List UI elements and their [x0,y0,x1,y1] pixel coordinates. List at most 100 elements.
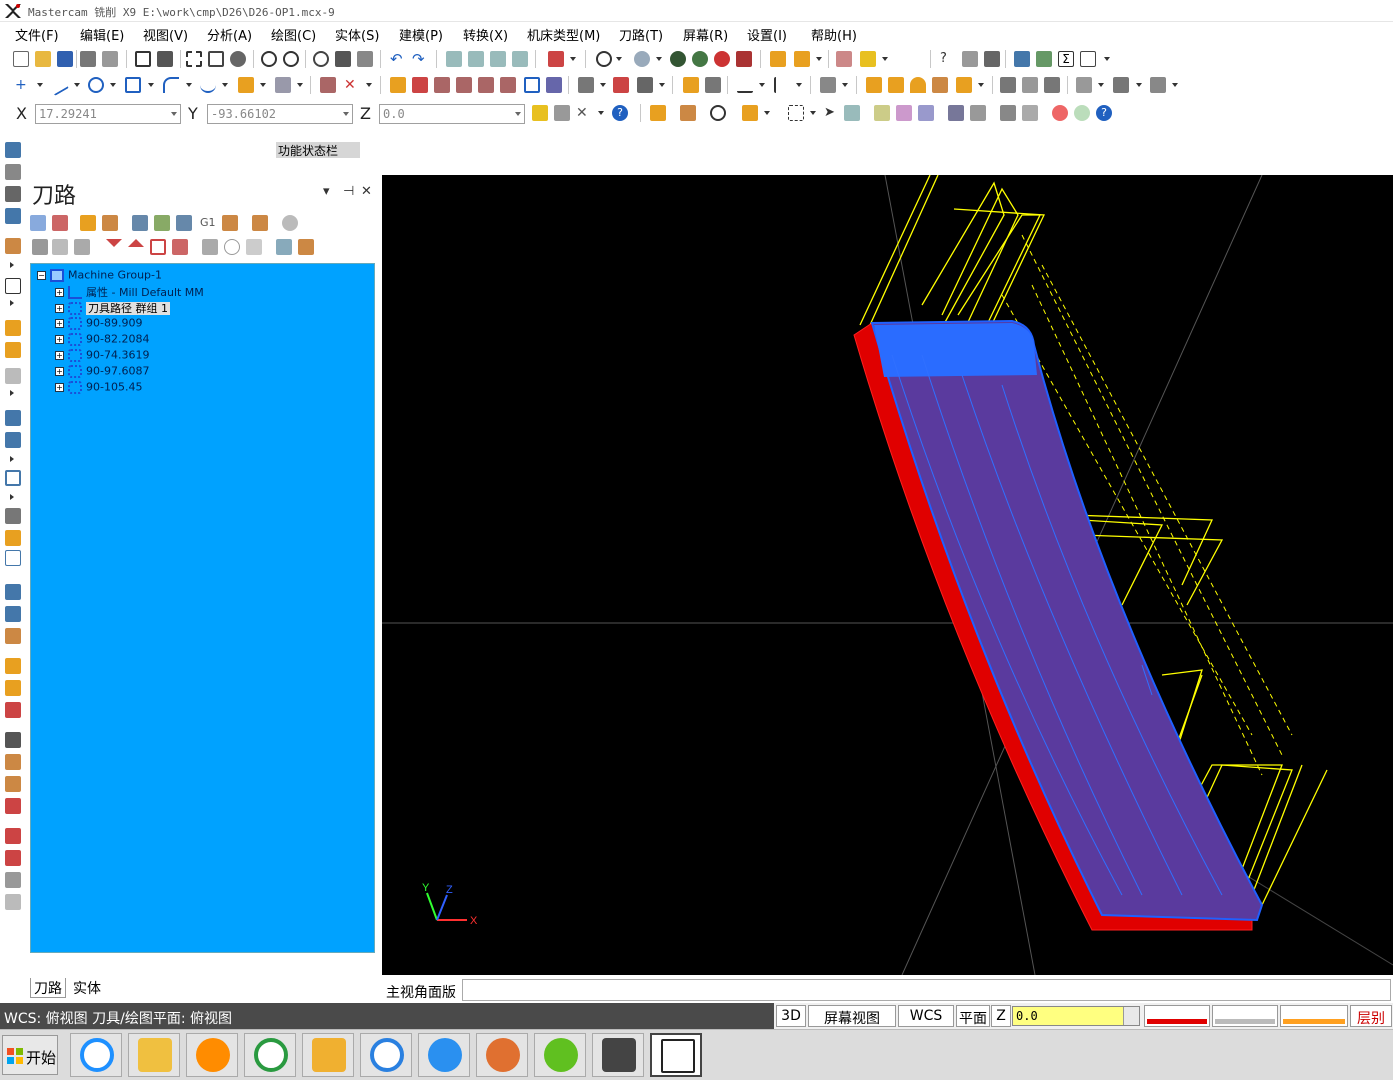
taskbar-video[interactable] [418,1033,470,1077]
tab-solids[interactable]: 实体 [70,978,104,998]
pencils-icon[interactable] [794,51,810,67]
verify-ops-icon[interactable] [154,215,170,231]
tree-node-toolpath-group[interactable]: + 刀具路径 群组 1 [55,300,170,315]
taskbar-player[interactable] [244,1033,296,1077]
lt-toolpath-icon-4[interactable] [5,208,21,224]
info-icon[interactable] [683,77,699,93]
select-help-icon[interactable]: ? [1096,105,1112,121]
tool-manager-icon[interactable] [1000,77,1016,93]
toggle-post-icon[interactable] [74,239,90,255]
lt-spiral-icon[interactable] [5,702,21,718]
expand-icon[interactable]: + [55,287,64,297]
line-icon[interactable] [47,74,69,96]
lt-area-icon[interactable] [5,432,21,448]
lt-project-icon[interactable] [5,628,21,644]
bell-icon[interactable] [910,77,926,93]
lt-pocket-icon[interactable] [5,278,21,294]
redo-icon[interactable]: ↷ [412,51,428,67]
x-coordinate-field[interactable]: 17.29241 [35,104,181,124]
display-options-icon[interactable] [276,239,292,255]
menu-file[interactable]: 文件(F) [15,25,59,44]
rectangle-icon[interactable] [125,77,141,93]
highlight-icon[interactable] [298,239,314,255]
expand-icon[interactable]: + [55,303,64,313]
lt-toolpath-icon-2[interactable] [5,164,21,180]
shaded-sphere-icon[interactable] [670,51,686,67]
taskbar-orange[interactable] [186,1033,238,1077]
expand-icon[interactable]: + [55,382,64,392]
lt-flowline-icon[interactable] [5,658,21,674]
lt-raster-icon[interactable] [5,606,21,622]
btn-3d[interactable]: 3D [776,1005,806,1027]
open-file-icon[interactable] [35,51,51,67]
zoom-target-icon[interactable] [186,51,202,67]
taskbar-ggg[interactable] [650,1033,702,1077]
lt-nesting-icon[interactable] [5,872,21,888]
xform-stretch-icon[interactable] [500,77,516,93]
zoom-out-icon[interactable] [283,51,299,67]
post-icon[interactable] [1150,77,1166,93]
xform-scale-icon[interactable] [478,77,494,93]
verify-icon[interactable] [1076,77,1092,93]
z-depth-field[interactable]: 0.0 [1012,1006,1140,1026]
gear-icon[interactable] [1014,51,1030,67]
bucket-icon[interactable] [932,77,948,93]
tree-node-properties[interactable]: + 属性 - Mill Default MM [55,284,204,299]
dimension-icon[interactable] [578,77,594,93]
lt-scallop-icon[interactable] [5,550,21,566]
level-color-button[interactable] [1280,1005,1348,1027]
box-icon[interactable] [956,77,972,93]
save-icon[interactable] [57,51,73,67]
top-view-icon[interactable] [468,51,484,67]
lt-swarf-icon[interactable] [5,754,21,770]
print-preview-icon[interactable] [102,51,118,67]
lt-check-icon[interactable] [5,894,21,910]
menu-settings[interactable]: 设置(I) [747,25,787,44]
start-button[interactable]: 开始 [2,1035,58,1075]
y-coordinate-field[interactable]: -93.66102 [207,104,353,124]
snap-icon[interactable]: ✕ [576,105,592,121]
lt-slot-icon[interactable] [5,342,21,358]
xform-project-icon[interactable] [546,77,562,93]
expand-icon[interactable]: + [55,350,64,360]
horizontal-dim-icon[interactable] [737,77,753,93]
lock-ops-icon[interactable] [32,239,48,255]
grid-dots-icon[interactable] [613,77,629,93]
taskbar-plus[interactable] [534,1033,586,1077]
lt-dynamic-icon[interactable] [5,410,21,426]
taskbar-mastercam[interactable] [592,1033,644,1077]
taskbar-fox[interactable] [476,1033,528,1077]
lt-transform-icon[interactable] [5,850,21,866]
body-select-icon[interactable] [896,105,912,121]
fillet-icon[interactable] [163,77,179,93]
delete-icon[interactable]: ✕ [344,77,360,93]
autocursor-icon[interactable] [532,105,548,121]
lt-waterline-icon[interactable] [5,530,21,546]
btn-wcs[interactable]: WCS [898,1005,954,1027]
chart-icon[interactable] [1036,51,1052,67]
solid-select-icon[interactable] [844,105,860,121]
select-window-icon[interactable] [680,105,696,121]
break-icon[interactable] [320,77,336,93]
regen-dirty-icon[interactable] [102,215,118,231]
spindle-icon[interactable] [1022,77,1038,93]
pencil-icon[interactable] [770,51,786,67]
color-icon[interactable] [860,51,876,67]
layout-icon[interactable] [1080,51,1096,67]
insert-arrow-icon[interactable] [150,239,166,255]
xform-array-icon[interactable] [524,77,540,93]
graphics-viewport[interactable]: X Y Z [382,175,1393,975]
taskbar-box[interactable] [302,1033,354,1077]
menu-solid[interactable]: 实体(S) [335,25,379,44]
spline-icon[interactable] [200,77,216,93]
collapse-icon[interactable]: − [37,270,46,280]
machine-icon[interactable] [1044,77,1060,93]
lt-drill-icon[interactable] [5,368,21,384]
hatch-icon[interactable] [820,77,836,93]
menu-edit[interactable]: 编辑(E) [80,25,124,44]
lt-curve5ax-icon[interactable] [5,776,21,792]
panel-pin-icon[interactable]: ⊣ [343,184,354,199]
table-icon[interactable] [637,77,653,93]
menu-analysis[interactable]: 分析(A) [207,25,252,44]
select-cycle-icon[interactable] [710,105,726,121]
